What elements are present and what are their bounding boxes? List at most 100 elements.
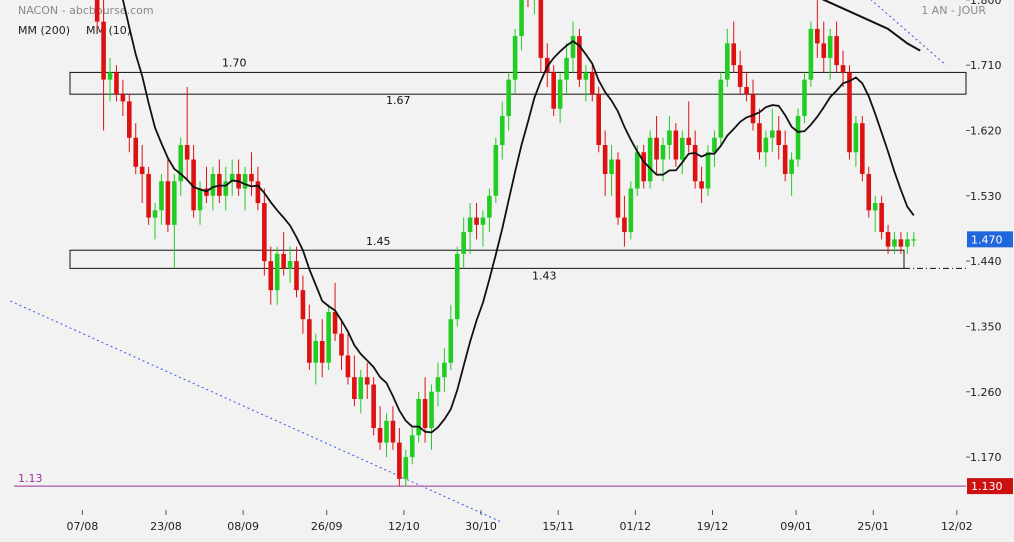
chart-source: NACON - abcbourse.com bbox=[18, 4, 154, 17]
candle-body bbox=[358, 377, 364, 400]
candle-body bbox=[133, 137, 139, 167]
candle-body bbox=[101, 21, 106, 80]
candle-body bbox=[442, 362, 447, 378]
candle-body bbox=[313, 340, 319, 363]
candle-body bbox=[332, 311, 338, 334]
candle-body bbox=[416, 399, 421, 436]
y-tick-label: 1.350 bbox=[970, 320, 1002, 333]
candle-body bbox=[300, 290, 306, 320]
candle-body bbox=[615, 159, 621, 218]
stock-chart: NACON - abcbourse.com 1 AN - JOUR MM (20… bbox=[10, 0, 1013, 533]
candle-body bbox=[654, 137, 659, 160]
ma10-legend: MM (10) bbox=[86, 24, 131, 37]
low-price-label: 1.130 bbox=[971, 480, 1003, 493]
ma200-legend: MM (200) bbox=[18, 24, 70, 37]
x-tick-label: 25/01 bbox=[857, 520, 889, 533]
candle-body bbox=[397, 442, 402, 479]
candle-body bbox=[242, 174, 248, 189]
channel-upper-line bbox=[870, 0, 947, 66]
candle-body bbox=[255, 181, 261, 204]
candle-body bbox=[409, 435, 415, 458]
x-tick-label: 23/08 bbox=[150, 520, 182, 533]
candle-body bbox=[172, 181, 177, 225]
channel-lower-line bbox=[10, 300, 503, 523]
ma200-line bbox=[821, 0, 921, 52]
y-tick-label: 1.440 bbox=[970, 255, 1002, 268]
candle-body bbox=[352, 377, 357, 400]
candle-body bbox=[454, 253, 460, 320]
candle-body bbox=[512, 36, 518, 80]
candle-body bbox=[499, 115, 505, 145]
candle-body bbox=[679, 137, 685, 160]
candle-body bbox=[307, 319, 312, 363]
candle-body bbox=[692, 144, 698, 182]
candle-body bbox=[371, 384, 376, 429]
candle-body bbox=[660, 144, 666, 160]
candle-body bbox=[249, 174, 254, 182]
candle-body bbox=[127, 101, 132, 138]
candle-body bbox=[487, 195, 492, 218]
candle-body bbox=[390, 420, 396, 443]
x-tick-label: 12/02 bbox=[941, 520, 973, 533]
candle-body bbox=[551, 72, 556, 109]
candle-body bbox=[622, 217, 627, 233]
level-label: 1.45 bbox=[366, 235, 391, 248]
candle-body bbox=[815, 28, 820, 44]
candle-body bbox=[159, 181, 164, 211]
candle-body bbox=[725, 43, 730, 80]
candle-body bbox=[872, 203, 878, 211]
candle-body bbox=[602, 144, 608, 175]
candle-body bbox=[718, 79, 724, 138]
candle-body bbox=[474, 217, 479, 225]
x-tick-label: 09/01 bbox=[780, 520, 812, 533]
candle-body bbox=[583, 72, 589, 80]
support-zone bbox=[69, 249, 905, 269]
level-label: 1.70 bbox=[222, 56, 247, 69]
x-tick-label: 08/09 bbox=[227, 520, 259, 533]
candle-body bbox=[345, 355, 351, 378]
x-tick-label: 26/09 bbox=[311, 520, 343, 533]
candle-body bbox=[782, 144, 788, 175]
candle-body bbox=[564, 57, 569, 80]
candle-body bbox=[557, 79, 563, 109]
candle-body bbox=[146, 174, 151, 218]
candle-body bbox=[384, 420, 389, 443]
candle-body bbox=[834, 36, 839, 66]
candle-body bbox=[634, 152, 640, 189]
y-tick-label: 1.710 bbox=[970, 59, 1002, 72]
x-tick-label: 12/10 bbox=[388, 520, 420, 533]
candle-body bbox=[268, 261, 274, 291]
candle-body bbox=[673, 130, 679, 160]
candle-body bbox=[152, 210, 158, 218]
candle-body bbox=[840, 65, 846, 73]
candle-body bbox=[821, 43, 827, 58]
candle-body bbox=[274, 253, 280, 291]
candle-body bbox=[435, 377, 441, 392]
candle-body bbox=[737, 65, 743, 87]
candle-body bbox=[763, 137, 769, 153]
candle-body bbox=[802, 79, 807, 116]
candle-body bbox=[911, 239, 917, 241]
candle-body bbox=[860, 123, 865, 175]
candle-body bbox=[467, 217, 473, 233]
x-tick-label: 07/08 bbox=[67, 520, 99, 533]
x-tick-label: 30/10 bbox=[465, 520, 497, 533]
candle-body bbox=[905, 239, 910, 247]
candle-body bbox=[757, 123, 762, 153]
candle-body bbox=[114, 72, 119, 95]
y-tick-label: 1.530 bbox=[970, 190, 1002, 203]
candle-body bbox=[776, 130, 782, 145]
candle-body bbox=[866, 174, 872, 211]
candle-body bbox=[377, 428, 383, 443]
level-label: 1.43 bbox=[532, 269, 557, 282]
candle-body bbox=[506, 79, 511, 116]
candle-body bbox=[628, 188, 634, 233]
candle-body bbox=[898, 239, 904, 247]
candle-body bbox=[403, 457, 409, 479]
candle-body bbox=[789, 159, 794, 175]
candle-body bbox=[667, 130, 672, 145]
candle-body bbox=[641, 152, 647, 182]
last-price-label: 1.470 bbox=[971, 233, 1003, 246]
candle-body bbox=[609, 159, 614, 175]
candle-body bbox=[699, 181, 704, 189]
